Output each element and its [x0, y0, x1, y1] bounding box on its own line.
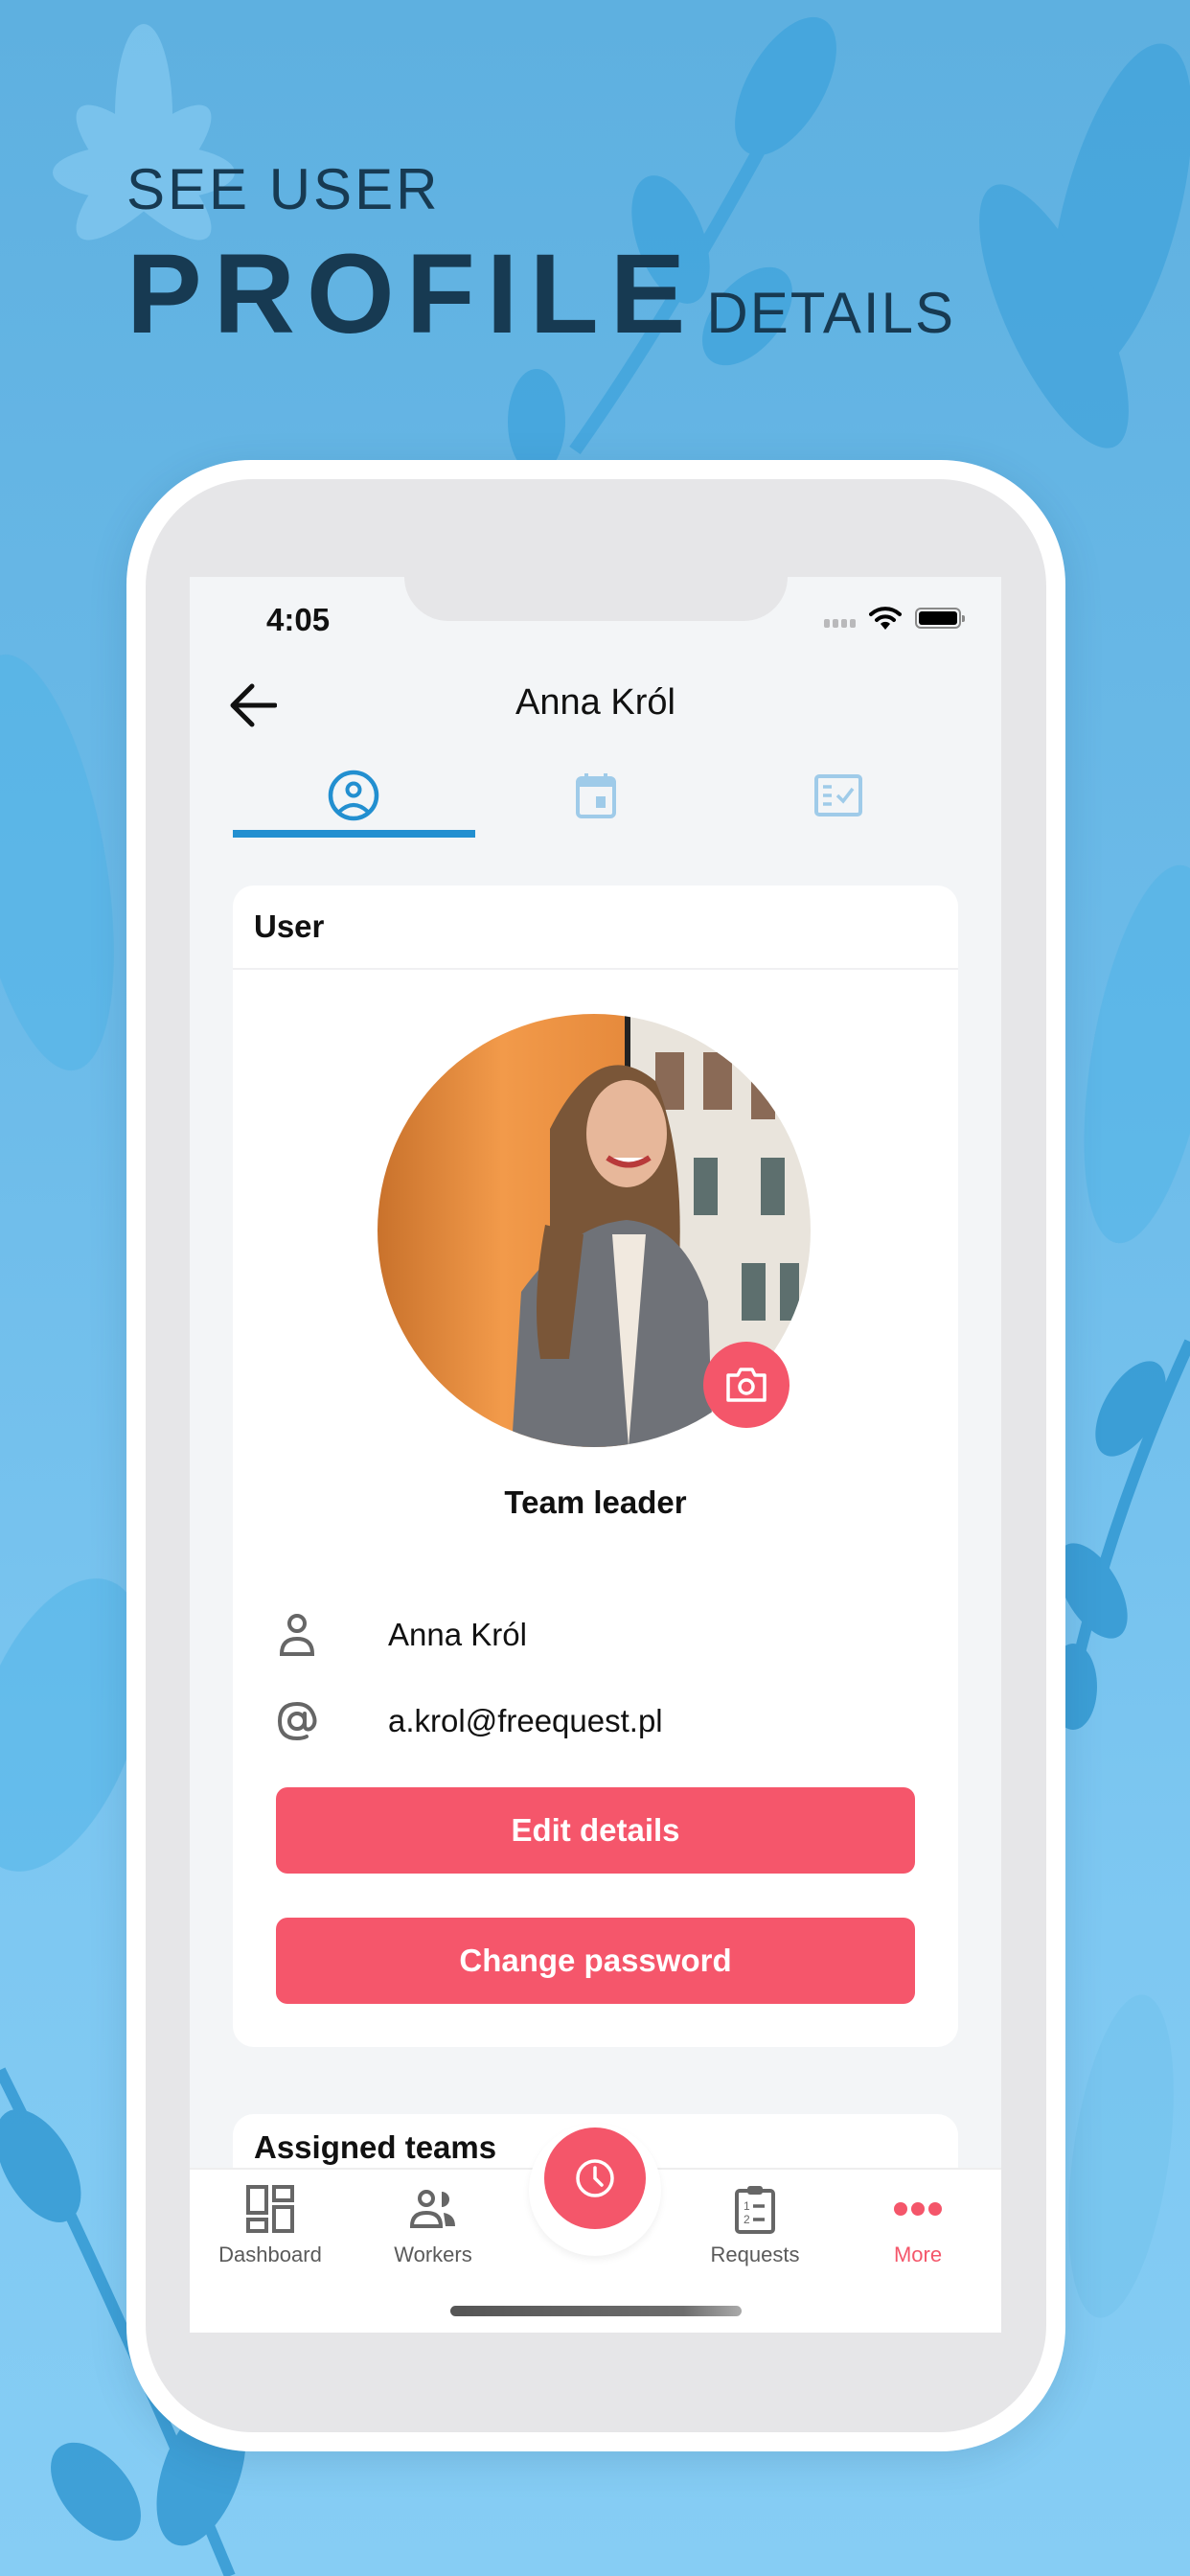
assigned-teams-title: Assigned teams [254, 2129, 497, 2165]
dashboard-icon [246, 2179, 294, 2239]
app-screen: 4:05 Anna Król User Team leader Anna Kró… [190, 577, 1001, 2333]
workers-icon [409, 2179, 457, 2239]
clock-icon [576, 2159, 614, 2197]
promo-line-2-small: DETAILS [706, 281, 955, 345]
nav-more[interactable]: More [841, 2179, 995, 2267]
home-indicator[interactable] [450, 2306, 742, 2316]
user-role: Team leader [504, 1484, 687, 1520]
nav-label-dashboard: Dashboard [218, 2242, 322, 2266]
nav-label-more: More [893, 2242, 943, 2266]
user-circle-icon [328, 770, 379, 821]
user-name: Anna Król [388, 1617, 527, 1652]
user-card: User Team leader Anna Król a.krol@freequ… [233, 886, 958, 2047]
person-icon [273, 1611, 321, 1659]
wifi-icon [869, 607, 902, 630]
tab-profile[interactable] [233, 748, 475, 843]
at-sign-icon [273, 1697, 321, 1745]
camera-icon [726, 1368, 767, 1402]
email-row: a.krol@freequest.pl [273, 1692, 918, 1750]
phone-notch [404, 577, 788, 621]
tab-calendar[interactable] [475, 748, 718, 843]
edit-details-button[interactable]: Edit details [276, 1787, 915, 1874]
promo-line-1: SEE USER [126, 157, 441, 221]
user-email: a.krol@freequest.pl [388, 1703, 663, 1738]
svg-text:2: 2 [744, 2213, 750, 2226]
bottom-navigation: Dashboard Workers 1 2 Requests More [190, 2124, 1001, 2333]
nav-requests[interactable]: 1 2 Requests [678, 2179, 832, 2267]
status-indicators [824, 606, 965, 631]
calendar-icon [575, 771, 617, 819]
promo-line-2-big: PROFILE [126, 231, 698, 357]
status-time: 4:05 [266, 602, 331, 637]
more-dots-icon [893, 2179, 943, 2239]
user-card-title: User [233, 886, 958, 970]
nav-workers[interactable]: Workers [356, 2179, 510, 2267]
nav-dashboard[interactable]: Dashboard [194, 2179, 347, 2267]
svg-text:1: 1 [744, 2199, 750, 2213]
page-title: Anna Król [515, 682, 675, 723]
nav-label-requests: Requests [710, 2242, 800, 2266]
clipboard-list-icon: 1 2 [734, 2179, 776, 2239]
checklist-icon [813, 774, 862, 816]
change-photo-button[interactable] [703, 1342, 790, 1428]
change-password-button[interactable]: Change password [276, 1918, 915, 2004]
tab-tasks[interactable] [717, 748, 959, 843]
cellular-signal-icon [824, 618, 856, 628]
avatar-container [378, 1014, 811, 1447]
promo-headline: SEE USER PROFILE DETAILS [126, 157, 955, 357]
nav-label-workers: Workers [394, 2242, 472, 2266]
battery-icon [915, 608, 965, 629]
profile-tabs [233, 748, 959, 843]
time-tracking-fab[interactable] [544, 2128, 646, 2229]
name-row: Anna Król [273, 1606, 918, 1664]
